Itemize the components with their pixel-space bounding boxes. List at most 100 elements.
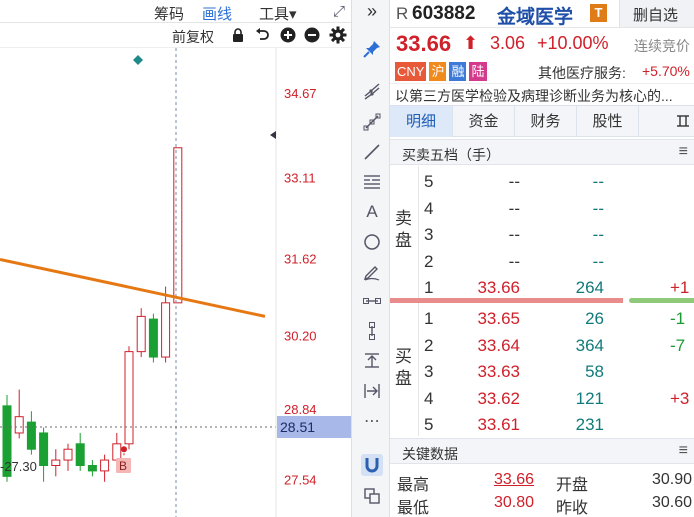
buy-price: 33.61 (477, 415, 520, 434)
expand-icon[interactable]: ⤢ (333, 3, 345, 20)
tools-dropdown[interactable]: 工具▾ (259, 3, 297, 24)
market-tag[interactable]: 沪 (429, 62, 447, 81)
sell-volume: -- (592, 225, 604, 244)
trading-status: 连续竞价 (634, 38, 690, 54)
buy-row[interactable]: 5 33.61 231 (390, 411, 694, 437)
candle-body[interactable] (63, 448, 73, 461)
undo-icon[interactable] (254, 28, 270, 43)
sell-level: 3 (424, 225, 434, 244)
buy-volume-change: -7 (670, 335, 686, 355)
lock-icon[interactable] (231, 28, 245, 43)
align-top-tool-icon[interactable] (361, 349, 383, 371)
tab-finance[interactable]: 财务 (515, 106, 577, 137)
buy-volume: 121 (575, 388, 604, 408)
bid-ask-ratio-bar (390, 298, 694, 304)
key-data-row-low: 最低 30.80 昨收 30.60 (390, 491, 694, 517)
high-value[interactable]: 33.66 (494, 471, 534, 489)
tab-chips[interactable]: 筹码 (154, 3, 184, 24)
tab-draw[interactable]: 画线 (202, 3, 232, 24)
text-lines-tool-icon[interactable] (361, 171, 383, 193)
candle-body[interactable] (148, 318, 158, 358)
buy-row[interactable]: 4 33.62 121 +3 (390, 385, 694, 411)
market-tag[interactable]: 融 (449, 62, 467, 81)
tab-funds[interactable]: 资金 (453, 106, 515, 137)
chart-panel: 筹码 画线 工具▾ ⤢ 前复权 34.67 33.11 31.62 30.20 … (0, 0, 351, 517)
candle-body[interactable] (136, 315, 146, 353)
adjust-mode-label[interactable]: 前复权 (172, 27, 214, 47)
buy-row[interactable]: 2 33.64 364 -7 (390, 332, 694, 358)
candle-body[interactable] (51, 459, 61, 466)
tab-more-icon[interactable] (639, 106, 694, 137)
buy-level: 5 (424, 415, 434, 434)
sell-row[interactable]: 4 -- -- (390, 195, 694, 221)
buy-level: 1 (424, 309, 434, 328)
segment-tool-icon[interactable] (361, 111, 383, 133)
candle-body[interactable] (39, 432, 49, 466)
magnet-icon[interactable] (361, 454, 383, 476)
horizontal-range-tool-icon[interactable] (361, 290, 383, 312)
delete-favorite-button[interactable]: 删自选 (633, 4, 678, 25)
buy-row[interactable]: 1 33.65 26 -1 (390, 305, 694, 331)
candle-body[interactable] (26, 421, 36, 450)
candle-body[interactable] (100, 459, 110, 472)
candlestick-chart[interactable]: 34.67 33.11 31.62 30.20 28.84 27.54 28.51 B -… (0, 48, 351, 517)
sell-row[interactable]: 3 -- -- (390, 221, 694, 247)
diamond-marker-icon[interactable] (133, 55, 143, 65)
align-right-tool-icon[interactable] (361, 380, 383, 402)
sell-price: -- (508, 251, 520, 271)
price-axis-label: 34.67 (284, 86, 317, 101)
text-tool-icon[interactable]: A (361, 201, 383, 223)
multi-line-tool-icon[interactable] (361, 80, 383, 102)
sell-volume: -- (592, 198, 604, 218)
tab-detail[interactable]: 明细 (390, 106, 453, 137)
candle-body[interactable] (124, 351, 134, 445)
sell-volume: -- (592, 172, 604, 191)
key-data-menu-icon[interactable]: ≡ (679, 442, 688, 460)
candle-body[interactable] (173, 147, 183, 304)
candle-body[interactable] (14, 416, 24, 434)
candle-body[interactable] (87, 464, 97, 472)
candle-body[interactable] (112, 443, 122, 461)
buy-level: 3 (424, 362, 434, 381)
sector-label[interactable]: 其他医疗服务: (538, 63, 626, 83)
price-axis-label: 31.62 (284, 251, 317, 266)
market-tag[interactable]: CNY (395, 62, 427, 81)
orderbook-menu-icon[interactable]: ≡ (679, 143, 688, 161)
buy-volume: 26 (585, 309, 604, 328)
sell-price: 33.66 (477, 278, 520, 297)
price-axis-label: 27.54 (284, 473, 317, 488)
buy-price: 33.63 (477, 362, 520, 381)
market-tag[interactable]: 陆 (469, 62, 487, 81)
buy-row[interactable]: 3 33.63 58 (390, 358, 694, 384)
t-badge[interactable]: T (590, 4, 607, 22)
zoom-out-icon[interactable] (304, 27, 320, 43)
company-description[interactable]: 以第三方医学检验及病理诊断业务为核心的... (390, 84, 694, 106)
open-value: 30.90 (652, 471, 693, 488)
candle-body[interactable] (161, 302, 171, 358)
sell-row[interactable]: 1 33.66 264 +1 (390, 274, 694, 300)
tab-stock-nature[interactable]: 股性 (577, 106, 639, 137)
b-marker-text: B (119, 459, 127, 473)
sell-level: 5 (424, 172, 434, 191)
sell-level: 2 (424, 251, 434, 271)
sell-row[interactable]: 2 -- -- (390, 248, 694, 274)
straight-line-tool-icon[interactable] (361, 141, 383, 163)
buy-level: 4 (424, 388, 434, 408)
layers-icon[interactable] (361, 485, 383, 507)
price-axis-label: 28.84 (284, 402, 317, 417)
r-badge: R (396, 4, 409, 23)
vertical-range-tool-icon[interactable] (361, 320, 383, 342)
buy-volume: 58 (585, 362, 604, 381)
sell-row[interactable]: 5 -- -- (390, 168, 694, 194)
drawing-tool-strip: » A ⋯ (351, 0, 390, 517)
gear-icon[interactable] (329, 26, 347, 44)
pen-tool-icon[interactable] (361, 261, 383, 283)
trend-line[interactable] (0, 257, 266, 318)
circle-tool-icon[interactable] (361, 231, 383, 253)
stock-name[interactable]: 金域医学 (497, 2, 573, 29)
candle-body[interactable] (75, 443, 85, 466)
pin-icon[interactable] (361, 38, 383, 60)
zoom-in-icon[interactable] (280, 27, 296, 43)
collapse-panel-icon[interactable]: » (361, 0, 383, 22)
more-tools-icon[interactable]: ⋯ (361, 410, 383, 432)
